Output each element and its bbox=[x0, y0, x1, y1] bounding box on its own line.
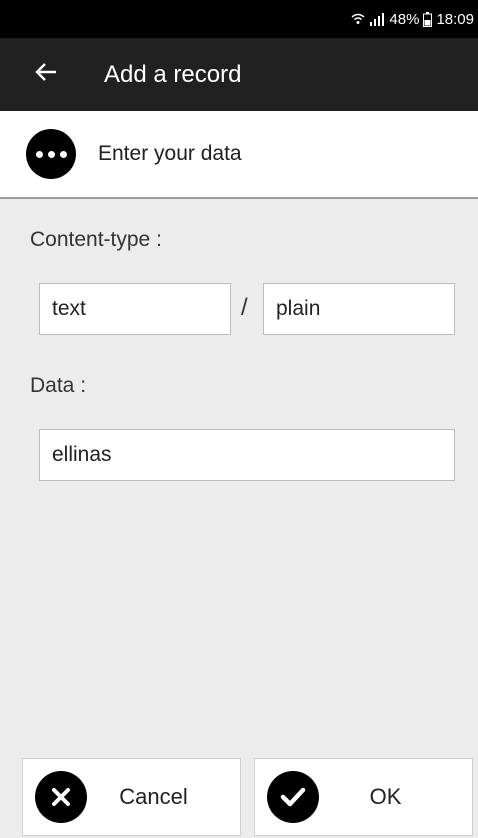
app-bar: Add a record bbox=[0, 38, 478, 111]
cancel-button[interactable]: Cancel bbox=[22, 758, 241, 836]
cancel-x-icon bbox=[35, 771, 87, 823]
status-bar: 48% 18:09 bbox=[0, 0, 478, 38]
content-type-separator: / bbox=[241, 294, 248, 321]
signal-icon bbox=[369, 12, 385, 26]
wifi-icon bbox=[351, 12, 365, 26]
back-arrow-icon bbox=[35, 62, 57, 87]
data-label: Data : bbox=[30, 374, 87, 397]
ok-button-label: OK bbox=[369, 784, 402, 809]
more-dots-icon bbox=[26, 129, 76, 179]
data-input[interactable] bbox=[39, 429, 455, 481]
content-type-major-input[interactable] bbox=[39, 283, 231, 335]
cancel-button-label: Cancel bbox=[119, 784, 188, 809]
ok-button[interactable]: OK bbox=[254, 758, 473, 836]
content-type-minor-input[interactable] bbox=[263, 283, 455, 335]
content-type-label: Content-type : bbox=[30, 228, 162, 251]
battery-percent: 48% bbox=[389, 10, 420, 28]
ok-check-icon bbox=[267, 771, 319, 823]
section-header-text: Enter your data bbox=[98, 142, 242, 165]
back-button[interactable] bbox=[24, 53, 68, 97]
page-title: Add a record bbox=[104, 60, 242, 88]
battery-icon bbox=[423, 11, 433, 27]
section-header: Enter your data bbox=[0, 111, 478, 199]
clock-time: 18:09 bbox=[436, 10, 474, 28]
